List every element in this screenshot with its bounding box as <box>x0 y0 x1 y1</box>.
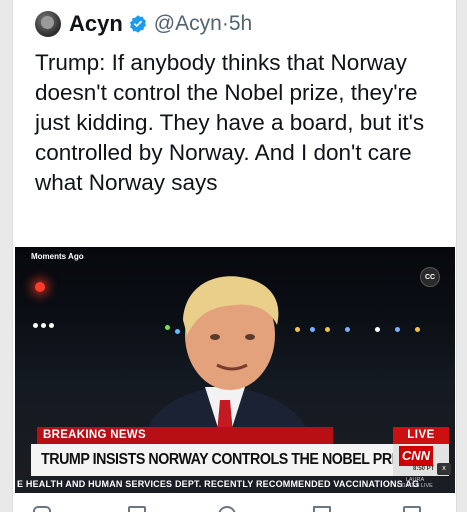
cnn-logo-icon: CNN <box>399 446 433 466</box>
chyron-headline: TRUMP INSISTS NORWAY CONTROLS THE NOBEL … <box>41 451 413 468</box>
views-icon[interactable] <box>313 506 331 512</box>
tweet-header: Acyn @Acyn · 5h <box>35 9 252 39</box>
network-logo: CNN 8:50 PT x <box>393 444 451 476</box>
author-name[interactable]: Acyn <box>69 11 123 37</box>
tweet-text: Trump: If anybody thinks that Norway doe… <box>35 50 425 195</box>
chyron: TRUMP INSISTS NORWAY CONTROLS THE NOBEL … <box>31 444 449 476</box>
ticker-text: E HEALTH AND HUMAN SERVICES DEPT. RECENT… <box>17 479 420 489</box>
action-bar <box>33 500 433 512</box>
live-badge: LIVE <box>393 427 449 444</box>
reply-icon[interactable] <box>33 506 51 512</box>
news-ticker: E HEALTH AND HUMAN SERVICES DEPT. RECENT… <box>15 476 455 493</box>
author-handle[interactable]: @Acyn <box>154 12 222 36</box>
avatar[interactable] <box>35 11 61 37</box>
separator-dot: · <box>221 12 229 35</box>
verified-badge-icon <box>129 15 146 33</box>
bookmark-icon[interactable] <box>403 506 421 512</box>
closed-captions-button[interactable]: CC <box>420 267 440 287</box>
moments-ago-label: Moments Ago <box>31 252 84 261</box>
breaking-news-banner: BREAKING NEWS <box>37 427 333 444</box>
repost-icon[interactable] <box>128 506 146 512</box>
like-icon[interactable] <box>218 506 236 512</box>
mute-icon[interactable]: x <box>437 463 451 475</box>
post-time[interactable]: 5h <box>229 12 252 36</box>
tweet-card: Acyn @Acyn · 5h Trump: If anybody thinks… <box>12 0 457 512</box>
broadcast-clock: 8:50 PT <box>413 466 435 472</box>
video-player[interactable]: Moments Ago CC BREAKING NEWS LIVE TRUMP … <box>15 247 455 493</box>
ticker-show-tag: LAURA COATES LIVE <box>397 477 433 489</box>
background-light <box>35 282 45 292</box>
